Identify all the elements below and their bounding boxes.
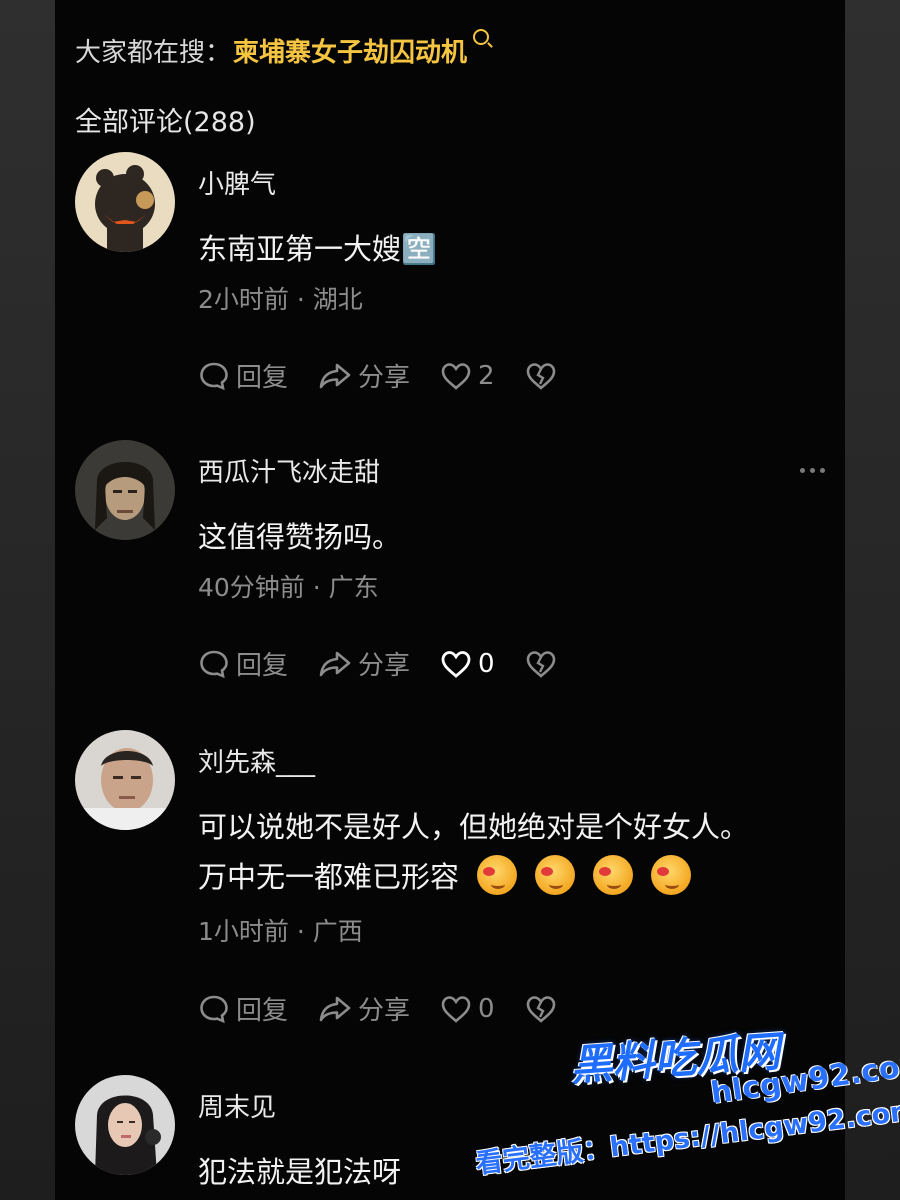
smitten-emoji-icon (651, 855, 692, 895)
comment-meta: 1小时前 · 广西 (198, 917, 363, 946)
comment-actions: 回复 分享 0 (198, 990, 593, 1027)
reply-bubble-icon (200, 362, 228, 390)
share-label: 分享 (358, 651, 411, 681)
like-count: 2 (478, 360, 495, 391)
broken-heart-icon (526, 650, 555, 678)
comment-text-line-with-emoji: 万中无一都难已形容 (198, 852, 749, 902)
reply-label: 回复 (236, 651, 289, 681)
heart-icon (441, 650, 471, 678)
comment-text: 可以说她不是好人，但她绝对是个好女人。 万中无一都难已形容 (198, 802, 749, 902)
right-margin (845, 0, 900, 1200)
like-button[interactable]: 0 (440, 994, 495, 1024)
bear-avatar-icon (75, 152, 175, 252)
share-button[interactable]: 分享 (318, 990, 410, 1027)
comment-text-line: 可以说她不是好人，但她绝对是个好女人。 (198, 810, 750, 844)
left-margin (0, 0, 55, 1200)
dot-icon (800, 468, 805, 473)
like-count: 0 (478, 993, 495, 1024)
share-button[interactable]: 分享 (318, 357, 410, 394)
reply-button[interactable]: 回复 (198, 990, 288, 1027)
reply-bubble-icon (200, 650, 228, 678)
comment-meta: 40分钟前 · 广东 (198, 573, 379, 602)
comment-text-line: 东南亚第一大嫂🈳 (198, 232, 438, 266)
broken-heart-icon (526, 362, 555, 390)
comment-text: 这值得赞扬吗。 (198, 512, 401, 562)
comment-actions: 回复 分享 0 (198, 645, 593, 682)
search-icon[interactable] (473, 28, 490, 45)
dislike-button[interactable] (525, 649, 563, 679)
avatar[interactable] (75, 440, 175, 540)
comment-item: 刘先森___ 可以说她不是好人，但她绝对是个好女人。 万中无一都难已形容 1小时… (75, 730, 835, 1030)
more-options-button[interactable] (800, 468, 825, 473)
share-arrow-icon (319, 651, 351, 676)
heart-icon (441, 362, 471, 390)
comment-username[interactable]: 刘先森___ (198, 742, 315, 779)
broken-heart-icon (526, 995, 555, 1023)
reply-label: 回复 (236, 996, 289, 1026)
reply-button[interactable]: 回复 (198, 645, 288, 682)
smitten-emoji-icon (535, 855, 576, 895)
smitten-emoji-icon (593, 855, 634, 895)
reply-button[interactable]: 回复 (198, 357, 288, 394)
dislike-button[interactable] (525, 994, 563, 1024)
dislike-button[interactable] (525, 361, 563, 391)
avatar[interactable] (75, 730, 175, 830)
heart-icon (441, 995, 471, 1023)
smitten-emoji-icon (477, 855, 518, 895)
comment-text-line: 万中无一都难已形容 (198, 860, 460, 894)
reply-bubble-icon (200, 995, 228, 1023)
comments-panel: 大家都在搜： 柬埔寨女子劫囚动机 全部评论(288) 小脾气 东南亚第一大嫂🈳 … (55, 0, 845, 1200)
share-arrow-icon (319, 363, 351, 388)
comments-count-title: 全部评论(288) (75, 107, 256, 138)
man-long-hair-avatar-icon (75, 440, 175, 540)
comment-actions: 回复 分享 2 (198, 357, 593, 394)
share-arrow-icon (319, 996, 351, 1021)
dot-icon (820, 468, 825, 473)
comment-item: 周末见 犯法就是犯法呀 (75, 1075, 835, 1200)
share-label: 分享 (358, 996, 411, 1026)
share-label: 分享 (358, 363, 411, 393)
comment-username[interactable]: 西瓜汁飞冰走甜 (198, 452, 380, 489)
search-prefix: 大家都在搜： (75, 38, 232, 68)
search-suggestion-bar[interactable]: 大家都在搜： 柬埔寨女子劫囚动机 (75, 28, 490, 69)
comment-text-line: 犯法就是犯法呀 (198, 1155, 402, 1189)
avatar[interactable] (75, 152, 175, 252)
comment-username[interactable]: 小脾气 (198, 164, 276, 201)
like-button[interactable]: 2 (440, 361, 495, 391)
comment-text: 犯法就是犯法呀 (198, 1147, 401, 1197)
like-button[interactable]: 0 (440, 649, 495, 679)
search-term-link[interactable]: 柬埔寨女子劫囚动机 (233, 32, 467, 69)
like-count: 0 (478, 648, 495, 679)
man-selfie-avatar-icon (75, 730, 175, 830)
comment-item: 小脾气 东南亚第一大嫂🈳 2小时前 · 湖北 回复 分享 2 (75, 152, 835, 402)
comment-item: 西瓜汁飞冰走甜 这值得赞扬吗。 40分钟前 · 广东 回复 分享 0 (75, 440, 835, 690)
avatar[interactable] (75, 1075, 175, 1175)
comment-text: 东南亚第一大嫂🈳 (198, 224, 437, 274)
comment-text-line: 这值得赞扬吗。 (198, 520, 402, 554)
reply-label: 回复 (236, 363, 289, 393)
woman-avatar-icon (75, 1075, 175, 1175)
share-button[interactable]: 分享 (318, 645, 410, 682)
comment-meta: 2小时前 · 湖北 (198, 285, 363, 314)
dot-icon (810, 468, 815, 473)
comment-username[interactable]: 周末见 (198, 1087, 276, 1124)
